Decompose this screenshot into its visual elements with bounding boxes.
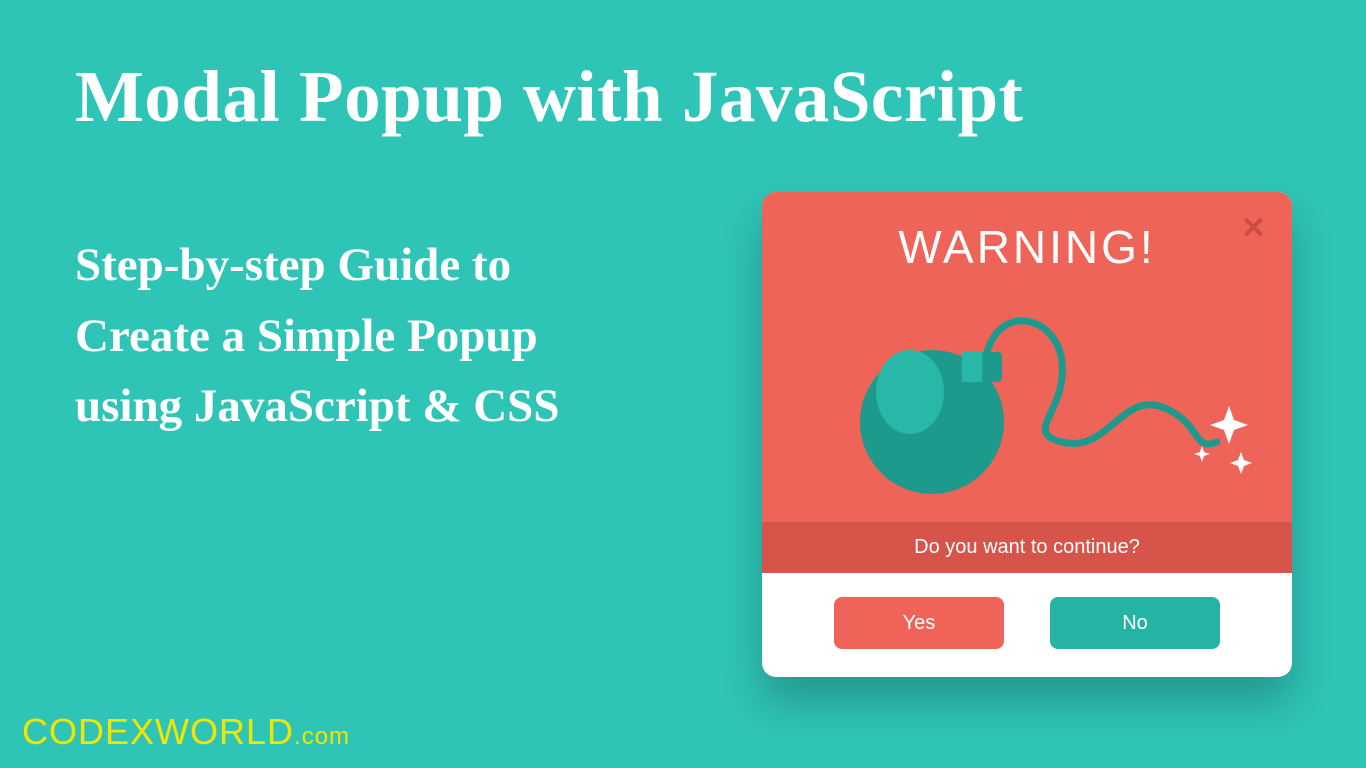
no-button[interactable]: No — [1050, 597, 1220, 649]
subtitle-line: Create a Simple Popup — [75, 301, 559, 372]
close-icon[interactable]: ✕ — [1241, 214, 1266, 244]
modal-heading: WARNING! — [762, 220, 1292, 274]
site-watermark: CODEXWORLD.com — [22, 711, 350, 753]
modal-question: Do you want to continue? — [762, 522, 1292, 573]
page-subtitle: Step-by-step Guide to Create a Simple Po… — [75, 230, 559, 442]
watermark-domain: .com — [294, 723, 350, 750]
warning-modal: WARNING! ✕ Do you want t — [762, 192, 1292, 677]
watermark-brand: CODEXWORLD — [22, 711, 294, 752]
yes-button[interactable]: Yes — [834, 597, 1004, 649]
subtitle-line: Step-by-step Guide to — [75, 230, 559, 301]
bomb-icon — [762, 312, 1292, 512]
page-title: Modal Popup with JavaScript — [75, 55, 1023, 139]
modal-header: WARNING! ✕ — [762, 192, 1292, 522]
subtitle-line: using JavaScript & CSS — [75, 371, 559, 442]
modal-actions: Yes No — [762, 573, 1292, 673]
